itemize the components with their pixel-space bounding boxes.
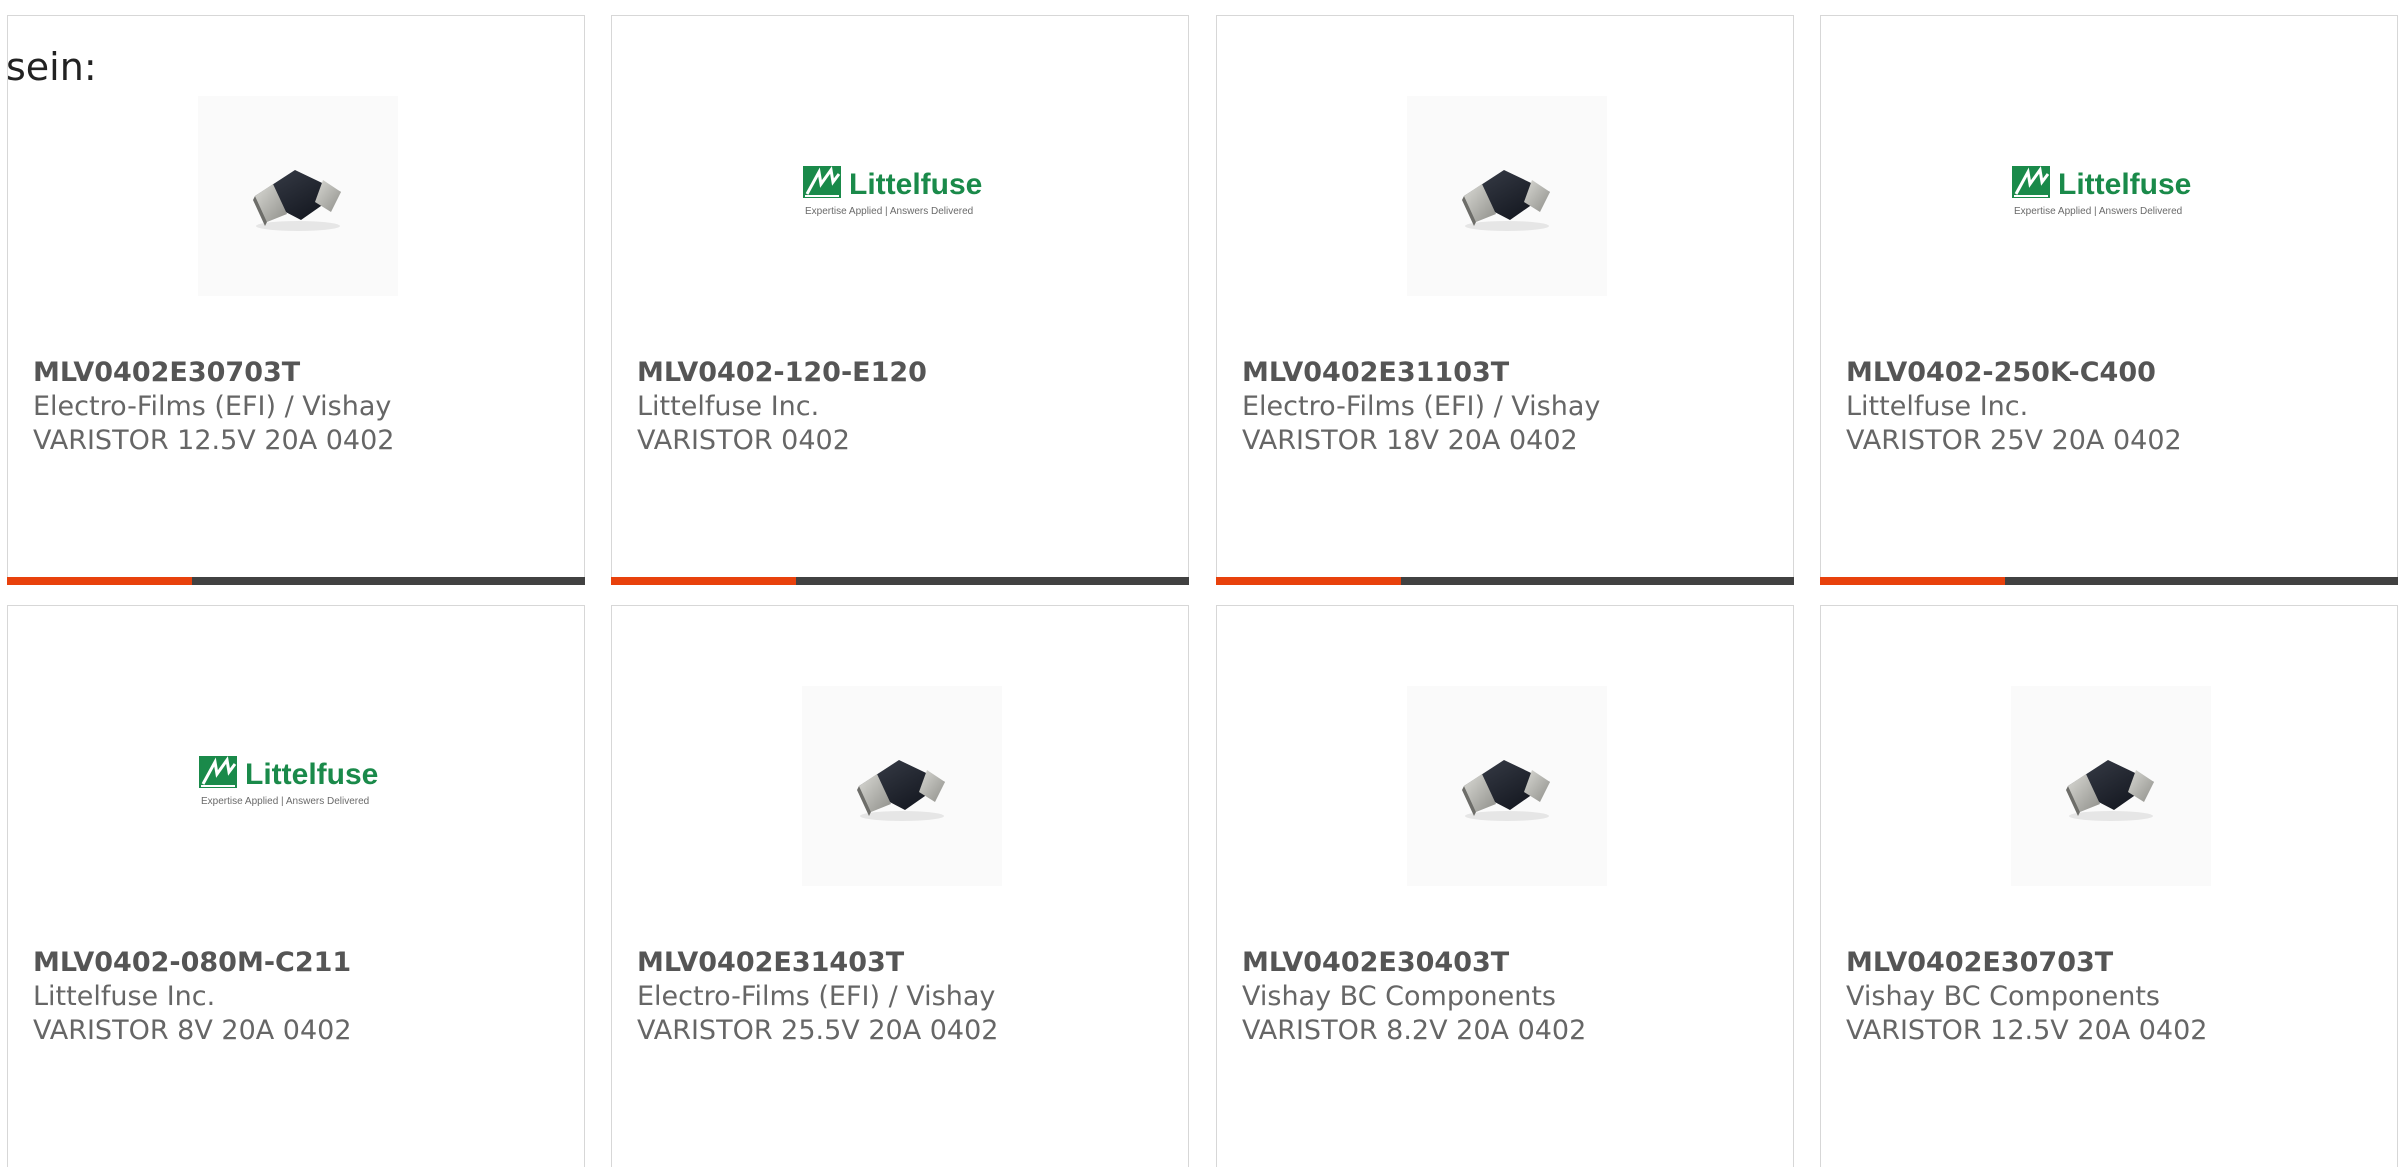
manufacturer: Electro-Films (EFI) / Vishay xyxy=(1242,391,1601,422)
svg-text:Expertise Applied | Answers De: Expertise Applied | Answers Delivered xyxy=(805,206,973,217)
svg-text:Littelfuse: Littelfuse xyxy=(849,168,982,201)
manufacturer: Littelfuse Inc. xyxy=(637,391,820,422)
progress-fill xyxy=(1820,577,2005,585)
littelfuse-logo-icon: Littelfuse Expertise Applied | Answers De… xyxy=(2012,166,2191,217)
description: VARISTOR 25.5V 20A 0402 xyxy=(637,1015,999,1046)
chip-photo xyxy=(2011,686,2211,886)
part-number[interactable]: MLV0402-250K-C400 xyxy=(1846,356,2377,390)
chip-photo xyxy=(1407,686,1607,886)
description: VARISTOR 8.2V 20A 0402 xyxy=(1242,1015,1587,1046)
chip-photo xyxy=(802,686,1002,886)
description: VARISTOR 12.5V 20A 0402 xyxy=(1846,1015,2208,1046)
chip-photo xyxy=(198,96,398,296)
description: VARISTOR 25V 20A 0402 xyxy=(1846,425,2182,456)
progress-fill xyxy=(611,577,796,585)
part-number[interactable]: MLV0402E30703T xyxy=(33,356,564,390)
part-number[interactable]: MLV0402-120-E120 xyxy=(637,356,1168,390)
varistor-chip-icon xyxy=(2066,760,2154,821)
svg-text:Expertise Applied | Answers De: Expertise Applied | Answers Delivered xyxy=(201,796,369,807)
description: VARISTOR 12.5V 20A 0402 xyxy=(33,425,395,456)
manufacturer: Electro-Films (EFI) / Vishay xyxy=(637,981,996,1012)
product-card[interactable]: Littelfuse Expertise Applied | Answers De… xyxy=(7,605,585,1167)
manufacturer: Littelfuse Inc. xyxy=(33,981,216,1012)
manufacturer-logo: Littelfuse Expertise Applied | Answers De… xyxy=(2006,156,2216,236)
description: VARISTOR 8V 20A 0402 xyxy=(33,1015,352,1046)
description: VARISTOR 18V 20A 0402 xyxy=(1242,425,1578,456)
part-number[interactable]: MLV0402E31403T xyxy=(637,946,1168,980)
product-image[interactable]: Littelfuse Expertise Applied | Answers De… xyxy=(193,681,403,891)
progress-fill xyxy=(1216,577,1401,585)
svg-text:Expertise Applied | Answers De: Expertise Applied | Answers Delivered xyxy=(2014,206,2182,217)
product-image[interactable] xyxy=(193,91,403,301)
product-image[interactable]: Littelfuse Expertise Applied | Answers De… xyxy=(2006,91,2216,301)
product-card[interactable]: Littelfuse Expertise Applied | Answers De… xyxy=(611,15,1189,585)
littelfuse-logo-icon: Littelfuse Expertise Applied | Answers De… xyxy=(803,166,982,217)
manufacturer: Electro-Films (EFI) / Vishay xyxy=(33,391,392,422)
chip-photo xyxy=(1407,96,1607,296)
product-image[interactable]: Littelfuse Expertise Applied | Answers De… xyxy=(797,91,1007,301)
manufacturer: Vishay BC Components xyxy=(1242,981,1556,1012)
progress-bar xyxy=(1216,577,1794,585)
product-image[interactable] xyxy=(2006,681,2216,891)
littelfuse-logo-icon: Littelfuse Expertise Applied | Answers De… xyxy=(199,756,378,807)
product-card[interactable]: MLV0402E31103T Electro-Films (EFI) / Vis… xyxy=(1216,15,1794,585)
svg-text:Littelfuse: Littelfuse xyxy=(2058,168,2191,201)
progress-bar xyxy=(7,577,585,585)
svg-text:Littelfuse: Littelfuse xyxy=(245,758,378,791)
manufacturer-logo: Littelfuse Expertise Applied | Answers De… xyxy=(797,156,1007,236)
varistor-chip-icon xyxy=(1462,760,1550,821)
description: VARISTOR 0402 xyxy=(637,425,850,456)
product-image[interactable] xyxy=(797,681,1007,891)
varistor-chip-icon xyxy=(1462,170,1550,231)
varistor-chip-icon xyxy=(857,760,945,821)
part-number[interactable]: MLV0402E30403T xyxy=(1242,946,1773,980)
page: sein: MLV0402E30703T Electro-Films (EFI)… xyxy=(0,0,2400,1167)
product-card[interactable]: MLV0402E30703T Vishay BC Components VARI… xyxy=(1820,605,2398,1167)
product-card[interactable]: Littelfuse Expertise Applied | Answers De… xyxy=(1820,15,2398,585)
product-card[interactable]: MLV0402E30403T Vishay BC Components VARI… xyxy=(1216,605,1794,1167)
varistor-chip-icon xyxy=(253,170,341,231)
product-card[interactable]: MLV0402E30703T Electro-Films (EFI) / Vis… xyxy=(7,15,585,585)
manufacturer-logo: Littelfuse Expertise Applied | Answers De… xyxy=(193,746,403,826)
product-image[interactable] xyxy=(1402,681,1612,891)
progress-fill xyxy=(7,577,192,585)
progress-bar xyxy=(1820,577,2398,585)
intro-text: sein: xyxy=(6,45,97,89)
product-image[interactable] xyxy=(1402,91,1612,301)
product-card[interactable]: MLV0402E31403T Electro-Films (EFI) / Vis… xyxy=(611,605,1189,1167)
part-number[interactable]: MLV0402E30703T xyxy=(1846,946,2377,980)
manufacturer: Vishay BC Components xyxy=(1846,981,2160,1012)
part-number[interactable]: MLV0402E31103T xyxy=(1242,356,1773,390)
progress-bar xyxy=(611,577,1189,585)
manufacturer: Littelfuse Inc. xyxy=(1846,391,2029,422)
part-number[interactable]: MLV0402-080M-C211 xyxy=(33,946,564,980)
